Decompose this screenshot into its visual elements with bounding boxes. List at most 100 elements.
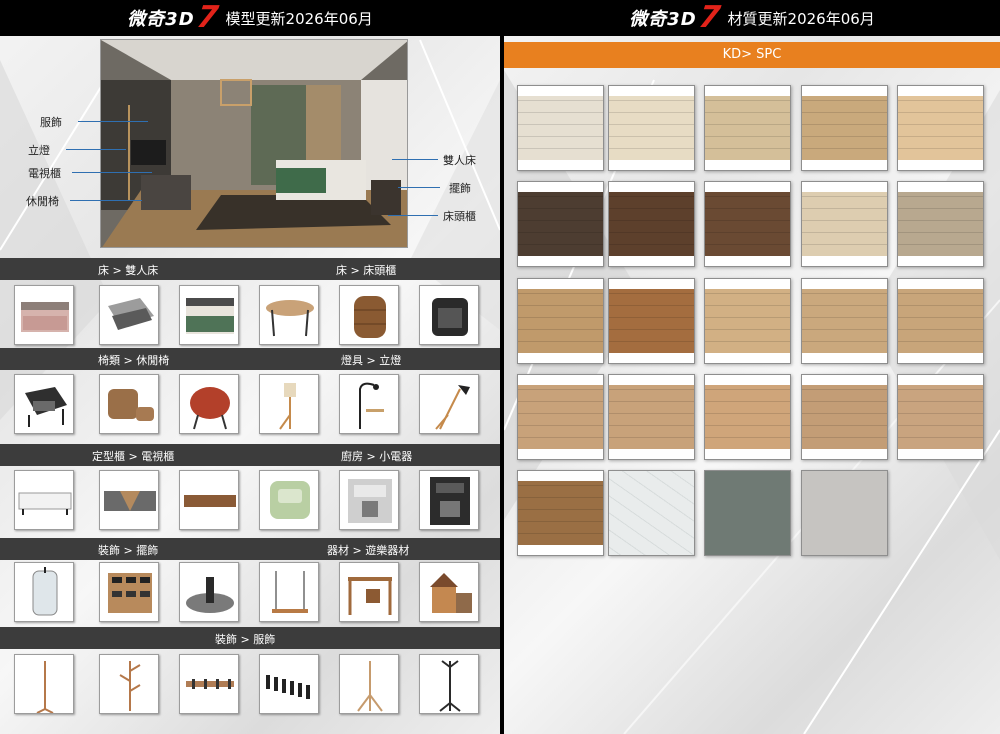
model-thumb-lounge-chair-tan[interactable] bbox=[99, 374, 159, 434]
model-thumb-floor-lamp-angled[interactable] bbox=[419, 374, 479, 434]
callout-line bbox=[392, 159, 438, 160]
material-swatch[interactable] bbox=[517, 278, 604, 364]
material-swatch[interactable] bbox=[608, 278, 695, 364]
wood-plank-texture bbox=[609, 385, 694, 449]
category-label: 燈具 > 立燈 bbox=[341, 354, 402, 367]
model-thumb-play-frame[interactable] bbox=[339, 562, 399, 622]
model-thumb-wall-hook-black[interactable] bbox=[259, 654, 319, 714]
material-swatch[interactable] bbox=[517, 374, 604, 460]
callout-line bbox=[66, 149, 126, 150]
wood-plank-texture bbox=[898, 192, 983, 256]
right-header: 微奇3D 7 材質更新2026年06月 bbox=[504, 0, 1000, 36]
material-swatch[interactable] bbox=[801, 374, 888, 460]
wood-plank-texture bbox=[802, 96, 887, 160]
material-swatch[interactable] bbox=[704, 181, 791, 267]
model-thumb-double-bed-pink[interactable] bbox=[14, 285, 74, 345]
category-label: 定型櫃 > 電視櫃 bbox=[92, 450, 175, 463]
model-thumb-floor-lamp-tripod[interactable] bbox=[259, 374, 319, 434]
callout-lounge-chair: 休閒椅 bbox=[26, 195, 59, 208]
category-bar: 定型櫃 > 電視櫃 廚房 > 小電器 bbox=[0, 444, 500, 466]
wood-plank-texture bbox=[802, 289, 887, 353]
material-swatch[interactable] bbox=[897, 85, 984, 171]
material-swatch[interactable] bbox=[608, 374, 695, 460]
model-thumb-side-table-round[interactable] bbox=[259, 285, 319, 345]
model-thumb-tv-cabinet-white[interactable] bbox=[14, 470, 74, 530]
material-swatch[interactable] bbox=[801, 181, 888, 267]
model-thumb-wall-hook-rail[interactable] bbox=[179, 654, 239, 714]
brand-logo-text: 微奇3D bbox=[629, 9, 697, 30]
header-title: 材質更新2026年06月 bbox=[727, 9, 875, 28]
category-bar: 裝飾 > 服飾 bbox=[0, 627, 500, 649]
wood-plank-texture bbox=[898, 385, 983, 449]
material-swatch[interactable] bbox=[608, 85, 695, 171]
material-swatch[interactable] bbox=[897, 374, 984, 460]
callout-line bbox=[78, 121, 148, 122]
wood-plank-texture bbox=[705, 289, 790, 353]
wood-plank-texture bbox=[802, 385, 887, 449]
model-thumb-coat-stand-branch[interactable] bbox=[99, 654, 159, 714]
wood-plank-texture bbox=[518, 385, 603, 449]
model-thumb-nightstand-black[interactable] bbox=[419, 285, 479, 345]
model-thumb-lounge-chair-black[interactable] bbox=[14, 374, 74, 434]
material-swatch[interactable] bbox=[704, 85, 791, 171]
material-category-bar: KD> SPC bbox=[504, 42, 1000, 68]
model-thumb-espresso-machine-black[interactable] bbox=[419, 470, 479, 530]
model-thumb-tray-decor[interactable] bbox=[179, 562, 239, 622]
material-swatch[interactable] bbox=[704, 278, 791, 364]
category-label: 廚房 > 小電器 bbox=[341, 450, 413, 463]
callout-line bbox=[398, 187, 440, 188]
category-bar: 椅類 > 休閒椅 燈具 > 立燈 bbox=[0, 348, 500, 370]
category-label: 器材 > 遊樂器材 bbox=[327, 544, 410, 557]
model-thumb-coat-stand-wood[interactable] bbox=[339, 654, 399, 714]
callout-nightstand: 床頭櫃 bbox=[443, 210, 476, 223]
category-bar: 裝飾 > 擺飾 器材 > 遊樂器材 bbox=[0, 538, 500, 560]
material-swatch[interactable] bbox=[801, 470, 888, 556]
wood-plank-texture bbox=[609, 192, 694, 256]
model-thumb-espresso-machine-silver[interactable] bbox=[339, 470, 399, 530]
wood-plank-texture bbox=[609, 96, 694, 160]
model-thumb-tv-cabinet-wood[interactable] bbox=[179, 470, 239, 530]
model-thumb-tv-cabinet-grey[interactable] bbox=[99, 470, 159, 530]
material-swatch[interactable] bbox=[704, 470, 791, 556]
category-label: 床 > 雙人床 bbox=[98, 264, 159, 277]
wood-plank-texture bbox=[609, 289, 694, 353]
wood-plank-texture bbox=[898, 289, 983, 353]
model-thumb-double-bed-green[interactable] bbox=[179, 285, 239, 345]
material-swatch[interactable] bbox=[517, 181, 604, 267]
material-swatch[interactable] bbox=[801, 85, 888, 171]
material-swatch[interactable] bbox=[608, 470, 695, 556]
material-swatch[interactable] bbox=[801, 278, 888, 364]
callout-double-bed: 雙人床 bbox=[443, 154, 476, 167]
model-thumb-coat-stand-tall[interactable] bbox=[14, 654, 74, 714]
model-thumb-toaster-green[interactable] bbox=[259, 470, 319, 530]
model-thumb-play-house[interactable] bbox=[419, 562, 479, 622]
model-thumb-swing-frame[interactable] bbox=[259, 562, 319, 622]
callout-ornament: 擺飾 bbox=[449, 182, 471, 195]
material-swatch[interactable] bbox=[517, 470, 604, 556]
model-thumb-coat-stand-black[interactable] bbox=[419, 654, 479, 714]
material-swatch[interactable] bbox=[517, 85, 604, 171]
wood-plank-texture bbox=[518, 289, 603, 353]
wood-plank-texture bbox=[705, 96, 790, 160]
brand-logo-number: 7 bbox=[696, 0, 723, 35]
bedroom-scene-image bbox=[100, 39, 408, 248]
model-thumb-floor-lamp-arc[interactable] bbox=[339, 374, 399, 434]
callout-floor-lamp: 立燈 bbox=[28, 144, 50, 157]
model-thumb-lounge-chair-red[interactable] bbox=[179, 374, 239, 434]
model-thumb-glass-vase[interactable] bbox=[14, 562, 74, 622]
category-label: 椅類 > 休閒椅 bbox=[98, 354, 170, 367]
wood-plank-texture bbox=[518, 481, 603, 545]
wood-plank-texture bbox=[518, 192, 603, 256]
material-swatch[interactable] bbox=[704, 374, 791, 460]
material-swatch[interactable] bbox=[897, 278, 984, 364]
model-thumb-nightstand-drum[interactable] bbox=[339, 285, 399, 345]
callout-line bbox=[70, 200, 142, 201]
material-swatch[interactable] bbox=[608, 181, 695, 267]
model-thumb-double-bed-recliner[interactable] bbox=[99, 285, 159, 345]
wood-plank-texture bbox=[705, 192, 790, 256]
callout-apparel: 服飾 bbox=[40, 116, 62, 129]
material-swatch[interactable] bbox=[897, 181, 984, 267]
brand-logo-text: 微奇3D bbox=[127, 9, 195, 30]
wood-plank-texture bbox=[898, 96, 983, 160]
model-thumb-sunglasses-rack[interactable] bbox=[99, 562, 159, 622]
